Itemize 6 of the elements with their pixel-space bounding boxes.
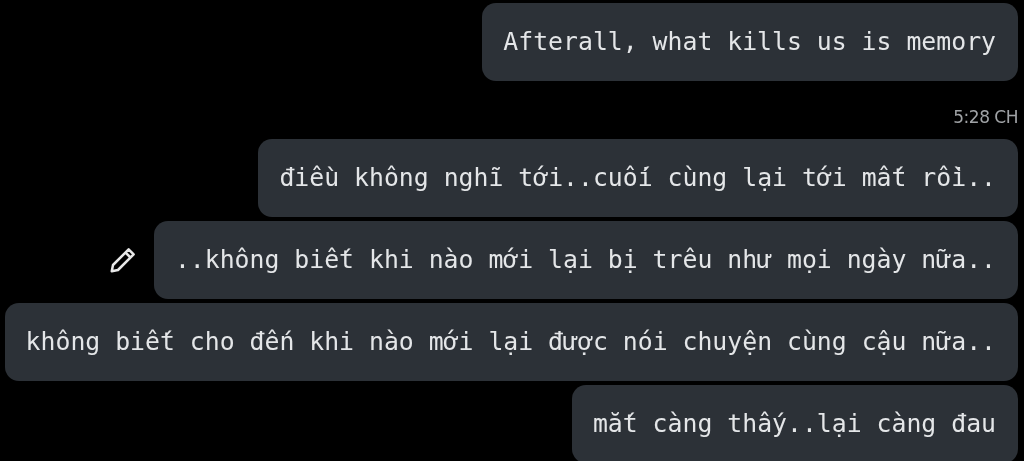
- message-bubble: không biết cho đến khi nào mới lại được nói chuyện cùng cậu nữa..: [4, 303, 1018, 381]
- message-time: 5:28 CH: [953, 107, 1018, 127]
- message-bubble: điều không nghĩ tới..cuối cùng lại tới mất rồi..: [258, 139, 1018, 217]
- message-bubble: mắt càng thấy..lại càng đau: [571, 385, 1018, 461]
- message-bubble: Afterall, what kills us is memory: [482, 3, 1018, 81]
- message-bubble: ..không biết khi nào mới lại bị trêu như mọi ngày nữa..: [153, 221, 1018, 299]
